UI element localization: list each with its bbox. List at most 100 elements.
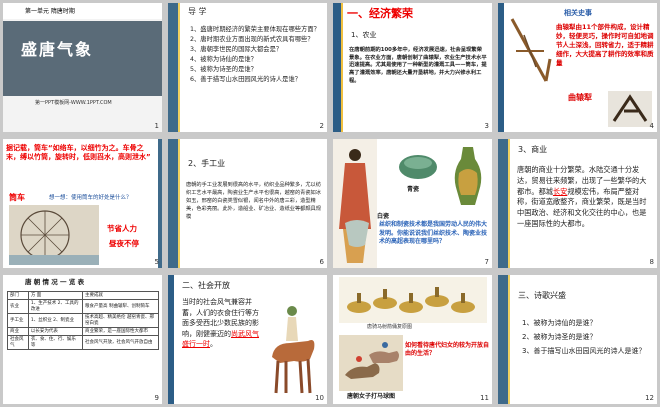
caption-label: 唐朝女子打马球图 (347, 393, 396, 400)
question-text: 想一想：使用筒车的好处是什么？ (49, 195, 132, 201)
list-item: 3、唐朝李世民的国际大都会是？ (190, 46, 283, 54)
slide-thumbnail-3[interactable]: 一、经济繁荣 1、农业 在唐朝前期的100多年中，经济发展迅速，社会呈现繁荣景象… (333, 3, 492, 132)
caption-label: 筒车 (9, 193, 25, 202)
table-cell: 社会风气 (7, 335, 29, 351)
polo-painting-image (339, 335, 403, 391)
slide-number: 9 (154, 393, 159, 402)
slide-number: 12 (645, 393, 654, 402)
slide-number: 2 (319, 121, 324, 130)
table-cell: 社会风气开放，社会风气开放自由 (82, 335, 159, 351)
table-cell: 方 面 (27, 290, 84, 301)
slide-title: 相关史事 (564, 9, 592, 17)
slide-title: 导 学 (188, 7, 207, 16)
list-item: 4、被称为诗仙的是谁？ (190, 56, 257, 64)
slide-title: 2、手工业 (188, 159, 226, 168)
answer-text: 昼夜不停 (109, 239, 139, 248)
table-row: 商业 以长安为代表 商业繁荣，是一座国际性大都市 (7, 326, 159, 337)
slide-number: 4 (649, 121, 654, 130)
body-text: 据记载，筒车“如络车，以细竹为之。车骨之末，缚以竹筒，旋转时，低则舀水，高则泄水… (6, 144, 151, 162)
table-row: 农业 1、生产技术 2、工具的改进 粮食产量高 制曲辕犁、创制筒车 (7, 299, 159, 315)
caption-label: 青瓷 (407, 186, 420, 193)
question-text: 如何看待唐代妇女的较为开放自由的生活？ (405, 342, 490, 358)
slide-title: 唐 朝 情 况 一 览 表 (25, 278, 85, 286)
table-row: 手工业 1、丝织业 2、制瓷业 技术高超、精美绝伦 越窑青瓷、邢窑白瓷 (7, 313, 159, 328)
table-cell: 1、生产技术 2、工具的改进 (27, 299, 84, 315)
question-list: 1、盛唐时期经济的繁荣主要体现在哪些方面？ 2、唐时期农业方面出现的新式农具有哪… (190, 25, 320, 85)
site-text: 第一PPT模板网-WWW.1PPT.COM (35, 100, 112, 106)
link-text[interactable]: 长安 (553, 187, 567, 196)
table-cell: 以长安为代表 (27, 326, 84, 337)
slide-title: 一、经济繁荣 (347, 7, 413, 20)
table-row: 部门方 面主要成就 (7, 290, 159, 301)
body-text: 在唐朝前期的100多年中，经济发展迅速，社会呈现繁荣景象。在农业方面，唐朝创制了… (349, 47, 487, 84)
table-cell: 主要成就 (82, 290, 159, 301)
accent-bar (498, 275, 508, 404)
cavalry-figurines-image (339, 277, 487, 323)
list-item: 5、被称为诗圣的是谁？ (190, 66, 257, 74)
list-item: 2、唐时期农业方面出现的新式农具有哪些？ (190, 36, 314, 44)
slide-thumbnail-1[interactable]: 第一单元 隋唐时期 盛唐气象 第一PPT模板网-WWW.1PPT.COM 1 (3, 3, 162, 132)
slide-sorter-grid: 第一单元 隋唐时期 盛唐气象 第一PPT模板网-WWW.1PPT.COM 1 导… (3, 3, 657, 404)
table-cell: 商业繁荣，是一座国际性大都市 (82, 326, 159, 337)
slide-title: 二、社会开放 (182, 281, 230, 290)
table-cell: 1、丝织业 2、制瓷业 (27, 313, 84, 328)
table-cell: 衣、食、住、行、娱乐等 (27, 335, 84, 351)
table-cell: 粮食产量高 制曲辕犁、创制筒车 (82, 299, 159, 315)
accent-stripe (508, 139, 510, 268)
list-item: 1、盛唐时期经济的繁荣主要体现在哪些方面？ (190, 26, 320, 33)
body-text: 当时的社会风气兼容并蓄，人们的衣食住行等方面多受西北少数民族的影响，刚健豪迈的尚… (182, 297, 260, 350)
slide-thumbnail-10[interactable]: 二、社会开放 当时的社会风气兼容并蓄，人们的衣食住行等方面多受西北少数民族的影响… (168, 275, 327, 404)
slide-number: 3 (484, 121, 489, 130)
summary-table: 部门方 面主要成就 农业 1、生产技术 2、工具的改进 粮食产量高 制曲辕犁、创制筒… (7, 290, 159, 351)
slide-number: 1 (154, 121, 159, 130)
slide-thumbnail-9[interactable]: 唐 朝 情 况 一 览 表 部门方 面主要成就 农业 1、生产技术 2、工具的改进… (3, 275, 162, 404)
caption-label: 唐骑马射箭俑复原图 (367, 324, 413, 330)
slide-title: 盛唐气象 (21, 40, 94, 59)
slide-thumbnail-4[interactable]: 相关史事 曲辕犁由11个部件构成，设计精妙，轻便灵巧，操作时可自如地调节人土深浅… (498, 3, 657, 132)
slide-thumbnail-8[interactable]: 3、商业 唐朝的商业十分繁荣。水陆交通十分发达，贸易往来频繁，出现了一些繁华的大… (498, 139, 657, 268)
slide-number: 11 (480, 393, 489, 402)
body-text: 唐朝的商业十分繁荣。水陆交通十分发达，贸易往来频繁，出现了一些繁华的大都市。都城… (517, 165, 653, 230)
slide-header: 第一单元 隋唐时期 (3, 3, 162, 19)
body-text: 曲辕犁由11个部件构成，设计精妙，轻便灵巧，操作时可自如地调节人土深浅，回转省力… (556, 23, 654, 68)
table-cell: 农业 (7, 299, 29, 315)
table-cell: 技术高超、精美绝伦 越窑青瓷、邢窑白瓷 (82, 313, 159, 328)
plow-photo-image (608, 91, 652, 127)
slide-thumbnail-12[interactable]: 三、诗歌兴盛 1、被称为诗仙的是谁？ 2、被称为诗圣的是谁？ 3、善于描写山水田… (498, 275, 657, 404)
table-row: 社会风气 衣、食、住、行、娱乐等 社会风气开放，社会风气开放自由 (7, 335, 159, 351)
slide-title: 三、诗歌兴盛 (518, 291, 566, 300)
accent-bar (498, 139, 508, 268)
plow-diagram-image (510, 18, 552, 82)
white-porcelain-image (345, 220, 369, 247)
body-text-part: 。 (210, 340, 217, 348)
accent-bar (168, 139, 178, 268)
accent-bar (333, 3, 341, 132)
list-item: 2、被称为诗圣的是谁？ (522, 333, 597, 341)
slide-number: 7 (484, 257, 489, 266)
list-item: 3、善于描写山水田园风光的诗人是谁？ (522, 347, 646, 355)
slide-thumbnail-6[interactable]: 2、手工业 唐朝的手工业发展到很高的水平，纺织业品种繁多，尤以纺织工艺水平最高，… (168, 139, 327, 268)
body-text: 唐朝的手工业发展到很高的水平，纺织业品种繁多，尤以纺织工艺水平最高，陶瓷业生产水… (186, 182, 321, 221)
accent-stripe (508, 275, 510, 404)
answer-text: 节省人力 (107, 224, 137, 233)
slide-thumbnail-7[interactable]: 青瓷 白瓷 丝织和制瓷技术都是我国劳动人民的伟大发明。你能说说我们丝织技术、陶瓷… (333, 139, 492, 268)
slide-thumbnail-11[interactable]: 唐骑马射箭俑复原图 如何看待唐代妇女的较为开放自由的生活？ 唐朝女子打马球图 1… (333, 275, 492, 404)
slide-number: 10 (315, 393, 324, 402)
accent-stripe (341, 3, 343, 132)
table-cell: 手工业 (7, 313, 29, 328)
list-item: 6、善于描写山水田园风光的诗人是谁？ (190, 76, 302, 84)
slide-number: 8 (649, 257, 654, 266)
slide-number: 6 (319, 257, 324, 266)
accent-bar (498, 3, 504, 132)
waterwheel-image (9, 205, 99, 265)
slide-subtitle: 1、农业 (351, 31, 377, 39)
slide-thumbnail-2[interactable]: 导 学 1、盛唐时期经济的繁荣主要体现在哪些方面？ 2、唐时期农业方面出现的新式… (168, 3, 327, 132)
accent-stripe (178, 139, 180, 268)
slide-thumbnail-5[interactable]: 据记载，筒车“如络车，以细竹为之。车骨之末，缚以竹筒，旋转时，低则舀水，高则泄水… (3, 139, 162, 268)
accent-stripe (178, 3, 180, 132)
list-item: 1、被称为诗仙的是谁？ (522, 319, 597, 327)
accent-bar (158, 139, 162, 268)
slide-title: 3、商业 (518, 145, 548, 154)
celadon-vessel-image (399, 155, 437, 179)
accent-bar (168, 275, 174, 404)
